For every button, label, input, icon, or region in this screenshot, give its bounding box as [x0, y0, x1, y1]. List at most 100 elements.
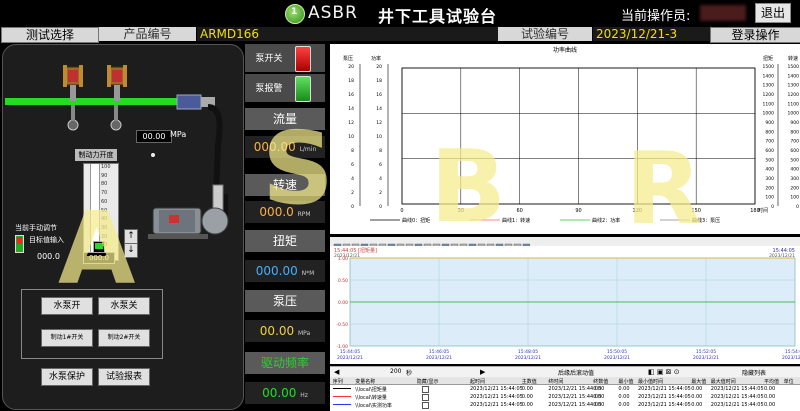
- frequency-title: 驱动频率: [245, 352, 325, 374]
- page-title: 井下工具试验台: [378, 7, 498, 26]
- table-header-cell[interactable]: 终时间: [548, 378, 563, 385]
- exit-button[interactable]: 退出: [755, 3, 791, 23]
- axis-tick-label: 1500: [788, 64, 800, 70]
- logo-badge: 1: [291, 7, 298, 17]
- axis-tick-label: 18: [376, 78, 382, 84]
- table-header-cell[interactable]: 平均值: [764, 378, 779, 385]
- valve-2-icon[interactable]: [107, 65, 127, 101]
- table-header-cell[interactable]: 主数值: [522, 378, 537, 385]
- axis-tick-label: 600: [790, 148, 799, 154]
- mode-label[interactable]: 后缘后滚动值: [558, 368, 594, 377]
- axis-tick-label: 1000: [788, 111, 800, 117]
- axis-tick-label: 200: [765, 185, 774, 191]
- table-cell: 0.00: [618, 386, 630, 392]
- table-header-cell[interactable]: 变量名称: [355, 378, 375, 385]
- table-header-cell[interactable]: 最小值: [618, 378, 633, 385]
- legend-label: 曲线2：功率: [592, 217, 620, 224]
- trend-x-tick-date: 2023/12/21: [782, 355, 800, 361]
- trend-x-tick-label: 15:50:05: [607, 349, 627, 355]
- trend-x-tick-label: 15:54:05: [785, 349, 800, 355]
- hide-list-toggle[interactable]: 隐藏列表: [742, 368, 766, 377]
- axis-tick-label: 12: [348, 120, 354, 126]
- axis-tick-label: 12: [376, 120, 382, 126]
- axis-tick-label: 1100: [763, 101, 775, 107]
- trend-x-tick-label: 15:48:05: [518, 349, 538, 355]
- axis-tick-label: 100: [765, 195, 774, 201]
- span-value[interactable]: 200: [390, 368, 401, 375]
- pressure-title: 泵压: [245, 290, 325, 312]
- operator-name: [700, 5, 746, 21]
- axis-tick-label: 16: [348, 92, 354, 98]
- table-cell: 2023/12/21 15:44:05: [710, 402, 764, 408]
- axis-tick-label: 1300: [788, 83, 800, 89]
- axis-tick-label: 0: [796, 204, 799, 210]
- test-select-button[interactable]: 测试选择: [1, 27, 99, 43]
- trend-x-tick-label: 15:52:05: [696, 349, 716, 355]
- table-header-cell[interactable]: 最大值: [691, 378, 706, 385]
- table-header-cell[interactable]: 单位: [784, 378, 794, 385]
- table-header-cell[interactable]: 最小值时间: [638, 378, 663, 385]
- axis-tick-label: 400: [765, 167, 774, 173]
- pump-protect-button[interactable]: 水泵保护: [41, 368, 93, 386]
- axis-title: 扭矩: [763, 55, 773, 62]
- axis-tick-label: 6: [351, 162, 354, 168]
- axis-title: 转速: [788, 55, 798, 62]
- table-cell: 0.00: [521, 402, 533, 408]
- table-cell: 0.00: [618, 394, 630, 400]
- frequency-value-row: 00.00 Hz: [245, 382, 325, 404]
- legend-label: 曲线0：扭矩: [402, 217, 430, 224]
- torque-value-row: 000.00 N*M: [245, 260, 325, 282]
- valve-1-icon[interactable]: [63, 65, 83, 101]
- nav-next-icon[interactable]: ▶: [480, 368, 485, 376]
- table-series-swatch: [333, 396, 351, 397]
- visibility-checkbox[interactable]: [422, 386, 429, 393]
- table-header-cell[interactable]: 最大值时间: [711, 378, 736, 385]
- nav-prev-icon[interactable]: ◀: [334, 368, 344, 376]
- table-header-cell[interactable]: 序列: [333, 378, 343, 385]
- table-cell: 2023/12/21 15:44:05: [470, 386, 523, 392]
- axis-tick-label: 1400: [788, 73, 800, 79]
- axis-tick-label: 18: [348, 78, 354, 84]
- table-cell: 0.00: [691, 394, 703, 400]
- axis-tick-label: 0: [771, 204, 774, 210]
- product-no-label: 产品编号: [99, 27, 196, 41]
- brake1-switch-button[interactable]: 制动1#开关: [41, 329, 93, 347]
- pump-switch-indicator[interactable]: [295, 46, 311, 72]
- visibility-checkbox[interactable]: [422, 402, 429, 409]
- axis-tick-label: 4: [351, 176, 354, 182]
- operator-label: 当前操作员:: [621, 9, 691, 24]
- axis-tick-label: 16: [376, 92, 382, 98]
- trend-x-tick-label: 15:46:05: [429, 349, 449, 355]
- trend-x-tick-date: 2023/12/21: [515, 355, 541, 361]
- realtime-trend-svg: 15:44:05 [扭矩量]2023/12/2115:44:052023/12/…: [334, 247, 800, 361]
- axis-tick-label: 2: [379, 190, 382, 196]
- table-cell: 2023/12/21 15:44:05: [470, 402, 523, 408]
- target-value[interactable]: 000.0: [37, 252, 60, 261]
- nav-toolbar-icons[interactable]: ◧ ▣ ⊠ ⊙: [648, 368, 680, 376]
- realtime-trend-chart: 15:44:05 [扭矩量] 2023/12/21 15:44:05 2023/12/…: [330, 246, 800, 364]
- axis-tick-label: 1200: [763, 92, 775, 98]
- table-header-cell[interactable]: 隐藏/显示: [417, 378, 439, 385]
- axis-tick-label: 1500: [763, 64, 775, 70]
- table-cell: 0.00: [593, 386, 605, 392]
- scale-tick-label: 100: [101, 164, 111, 170]
- table-header-cell[interactable]: 终数值: [593, 378, 608, 385]
- table-header-cell[interactable]: 起时间: [470, 378, 485, 385]
- axis-tick-label: 400: [790, 167, 799, 173]
- span-unit: 秒: [406, 370, 413, 377]
- pump-alarm-row: 泵报警: [245, 74, 325, 102]
- product-no-value: ARMD166: [197, 27, 500, 41]
- visibility-checkbox[interactable]: [422, 394, 429, 401]
- trend-x-tick-date: 2023/12/21: [693, 355, 719, 361]
- sensor-2-icon: [110, 119, 122, 131]
- brake2-switch-button[interactable]: 制动2#开关: [98, 329, 150, 347]
- trend-y-tick-label: -0.50: [336, 322, 348, 328]
- pump-switch-label: 泵开关: [255, 54, 283, 64]
- login-button[interactable]: 登录操作: [710, 27, 800, 43]
- table-cell: 0.00: [521, 394, 533, 400]
- pressure-readout: 00.00: [136, 130, 172, 143]
- test-report-button[interactable]: 试验报表: [98, 368, 150, 386]
- table-series-swatch: [333, 404, 351, 405]
- trend-x-tick-date: 2023/12/21: [604, 355, 630, 361]
- table-cell: \\local\转速量: [355, 395, 387, 401]
